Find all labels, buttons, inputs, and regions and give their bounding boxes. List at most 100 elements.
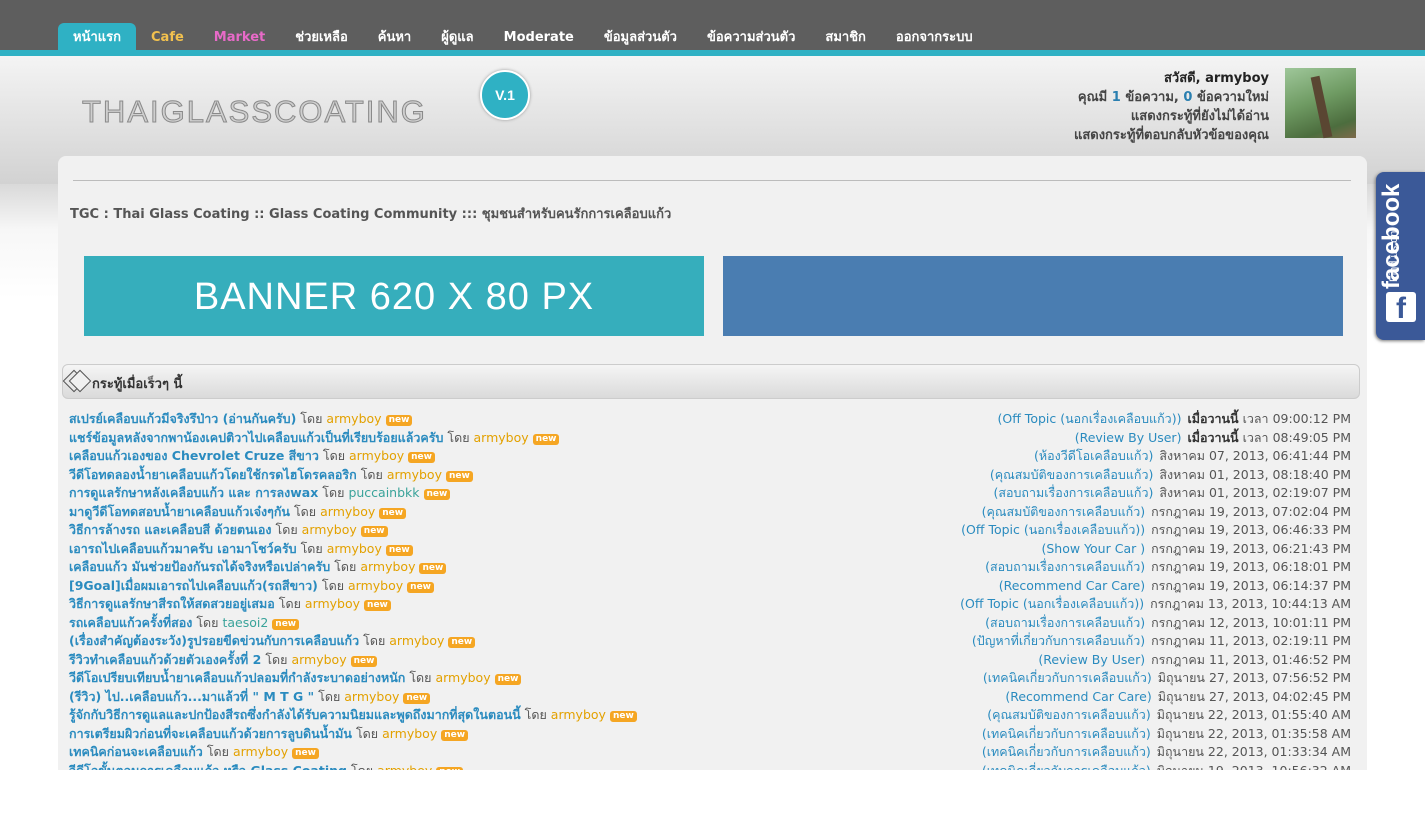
- post-forum-link[interactable]: (Recommend Car Care): [999, 578, 1145, 593]
- post-author-link[interactable]: armyboy: [349, 448, 404, 463]
- post-forum-link[interactable]: (คุณสมบัติของการเคลือบแก้ว): [987, 707, 1150, 722]
- nav-item-6[interactable]: Moderate: [489, 23, 589, 52]
- post-author-link[interactable]: armyboy: [291, 652, 346, 667]
- new-badge[interactable]: new: [532, 433, 560, 445]
- breadcrumb[interactable]: TGC : Thai Glass Coating :: Glass Coatin…: [70, 203, 671, 224]
- post-title-link[interactable]: การดูแลรักษาหลังเคลือบแก้ว และ การลงwax: [69, 485, 318, 500]
- post-forum-link[interactable]: (เทคนิคเกี่ยวกับการเคลือบแก้ว): [982, 726, 1151, 741]
- post-forum-link[interactable]: (สอบถามเรื่องการเคลือบแก้ว): [985, 559, 1145, 574]
- nav-item-3[interactable]: ช่วยเหลือ: [280, 23, 363, 52]
- by-label: โดย: [275, 522, 298, 537]
- avatar[interactable]: [1285, 68, 1356, 139]
- post-title-link[interactable]: เคลือบแก้ว มันช่วยป้องกันรถได้จริงหรือเป…: [69, 559, 330, 574]
- post-title-link[interactable]: มาดูวีดีโอทดสอบน้ำยาเคลือบแก้วเจ๋งๆกัน: [69, 504, 290, 519]
- new-badge[interactable]: new: [441, 729, 469, 741]
- nav-item-10[interactable]: ออกจากระบบ: [881, 23, 988, 52]
- post-author-link[interactable]: armyboy: [474, 430, 529, 445]
- post-author-link[interactable]: armyboy: [360, 559, 415, 574]
- post-author-link[interactable]: taesoi2: [222, 615, 268, 630]
- new-badge[interactable]: new: [407, 581, 434, 593]
- post-title-link[interactable]: สเปรย์เคลือบแก้วมีจริงรึป่าว (อ่านกันครั…: [69, 411, 296, 426]
- unread-posts-link[interactable]: แสดงกระทู้ที่ยังไม่ได้อ่าน: [1074, 107, 1269, 126]
- post-forum-link[interactable]: (Review By User): [1075, 430, 1182, 445]
- post-title-link[interactable]: เคลือบแก้วเองของ Chevrolet Cruze สีขาว: [69, 448, 319, 463]
- post-title-link[interactable]: วีดีโอทดลองน้ำยาเคลือบแก้วโดยใช้กรดไฮโดร…: [69, 467, 357, 482]
- new-badge[interactable]: new: [360, 526, 388, 537]
- post-title-link[interactable]: รีวิวทำเคลือบแก้วด้วยตัวเองครั้งที่ 2: [69, 652, 261, 667]
- post-forum-link[interactable]: (Off Topic (นอกเรื่องเคลือบแก้ว)): [960, 596, 1144, 611]
- post-forum-link[interactable]: (Off Topic (นอกเรื่องเคลือบแก้ว)): [998, 411, 1182, 426]
- post-title-link[interactable]: เทคนิคก่อนจะเคลือบแก้ว: [69, 744, 203, 759]
- nav-item-5[interactable]: ผู้ดูแล: [426, 23, 488, 52]
- post-author-link[interactable]: armyboy: [327, 541, 382, 556]
- new-badge[interactable]: new: [272, 618, 300, 630]
- nav-item-7[interactable]: ข้อมูลส่วนตัว: [589, 23, 692, 52]
- new-badge[interactable]: new: [419, 563, 447, 574]
- new-badge[interactable]: new: [423, 489, 451, 500]
- nav-item-0[interactable]: หน้าแรก: [58, 23, 136, 52]
- post-title-link[interactable]: รถเคลือบแก้วครั้งที่สอง: [69, 615, 192, 630]
- post-author-link[interactable]: armyboy: [348, 578, 403, 593]
- post-forum-link[interactable]: (คุณสมบัติของการเคลือบแก้ว): [990, 467, 1153, 482]
- new-badge[interactable]: new: [350, 655, 378, 667]
- post-author-link[interactable]: armyboy: [305, 596, 360, 611]
- post-title-link[interactable]: วีดีโอเปรียบเทียบน้ำยาเคลือบแก้วปลอมที่ก…: [69, 670, 405, 685]
- post-title-link[interactable]: รู้จักกับวิธีการดูแลและปกป้องสีรถซึ่งกำล…: [69, 707, 521, 722]
- new-badge[interactable]: new: [292, 748, 319, 759]
- site-logo[interactable]: THAIGLASSCOATING: [82, 94, 427, 130]
- new-badge[interactable]: new: [403, 692, 431, 704]
- nav-item-2[interactable]: Market: [199, 23, 280, 52]
- post-forum-link[interactable]: (ปัญหาที่เกี่ยวกับการเคลือบแก้ว): [972, 633, 1145, 648]
- post-meta: (Review By User) กรกฎาคม 11, 2013, 01:46:…: [1038, 651, 1351, 670]
- post-author-link[interactable]: armyboy: [326, 411, 381, 426]
- post-author-link[interactable]: armyboy: [551, 707, 606, 722]
- time-label: เวลา: [1242, 411, 1269, 426]
- message-summary[interactable]: คุณมี 1 ข้อความ, 0 ข้อความใหม่: [1074, 88, 1269, 107]
- replies-posts-link[interactable]: แสดงกระทู้ที่ตอบกลับหัวข้อของคุณ: [1074, 126, 1269, 145]
- post-author-link[interactable]: armyboy: [302, 522, 357, 537]
- nav-item-9[interactable]: สมาชิก: [810, 23, 881, 52]
- banner-ad-right[interactable]: [723, 256, 1343, 336]
- new-badge[interactable]: new: [448, 637, 476, 648]
- nav-item-8[interactable]: ข้อความส่วนตัว: [692, 23, 810, 52]
- post-author-link[interactable]: armyboy: [320, 504, 375, 519]
- new-badge[interactable]: new: [609, 711, 637, 722]
- new-badge[interactable]: new: [364, 600, 391, 611]
- post-author-link[interactable]: armyboy: [389, 633, 444, 648]
- facebook-tab[interactable]: facebook f: [1376, 172, 1425, 340]
- post-title-link[interactable]: การเตรียมผิวก่อนที่จะเคลือบแก้วด้วยการลู…: [69, 726, 352, 741]
- post-author-link[interactable]: armyboy: [387, 467, 442, 482]
- post-author-link[interactable]: armyboy: [233, 744, 288, 759]
- new-badge[interactable]: new: [385, 544, 413, 556]
- post-title-link[interactable]: (รีวิว) ไป..เคลือบแก้ว...มาแล้วที่ " M T…: [69, 689, 314, 704]
- nav-item-4[interactable]: ค้นหา: [363, 23, 426, 52]
- post-author-link[interactable]: armyboy: [435, 670, 490, 685]
- post-author-link[interactable]: puccainbkk: [348, 485, 419, 500]
- new-badge[interactable]: new: [379, 507, 407, 519]
- nav-item-1[interactable]: Cafe: [136, 23, 199, 52]
- post-forum-link[interactable]: (Show Your Car ): [1041, 541, 1145, 556]
- post-forum-link[interactable]: (คุณสมบัติของการเคลือบแก้ว): [982, 504, 1145, 519]
- post-title-link[interactable]: เอารถไปเคลือบแก้วมาครับ เอามาโชว์ครับ: [69, 541, 297, 556]
- post-author-link[interactable]: armyboy: [344, 689, 399, 704]
- banner-ad-left[interactable]: BANNER 620 X 80 PX: [84, 256, 704, 336]
- post-author-link[interactable]: armyboy: [382, 726, 437, 741]
- post-forum-link[interactable]: (เทคนิคเกี่ยวกับการเคลือบแก้ว): [982, 744, 1151, 759]
- post-title-link[interactable]: วิธีการล้างรถ และเคลือบสี ด้วยตนเอง: [69, 522, 272, 537]
- post-title-link[interactable]: (เรื่องสำคัญต้องระวัง)รูปรอยขีดข่วนกับกา…: [69, 633, 359, 648]
- new-badge[interactable]: new: [385, 415, 413, 426]
- post-title-link[interactable]: วิธีการดูแลรักษาสีรถให้สดสวยอยู่เสมอ: [69, 596, 275, 611]
- new-badge[interactable]: new: [494, 674, 522, 685]
- post-forum-link[interactable]: (Off Topic (นอกเรื่องเคลือบแก้ว)): [961, 522, 1145, 537]
- new-badge[interactable]: new: [408, 452, 435, 463]
- post-forum-link[interactable]: (เทคนิคเกี่ยวกับการเคลือบแก้ว): [983, 670, 1152, 685]
- post-title-link[interactable]: [9Goal]เมื่อผมเอารถไปเคลือบแก้ว(รถสีขาว): [69, 578, 318, 593]
- post-forum-link[interactable]: (สอบถามเรื่องการเคลือบแก้ว): [993, 485, 1153, 500]
- post-forum-link[interactable]: (Recommend Car Care): [1005, 689, 1151, 704]
- post-forum-link[interactable]: (สอบถามเรื่องการเคลือบแก้ว): [985, 615, 1145, 630]
- new-badge[interactable]: new: [445, 470, 473, 482]
- post-forum-link[interactable]: (ห้องวีดีโอเคลือบแก้ว): [1034, 448, 1153, 463]
- post-forum-link[interactable]: (Review By User): [1038, 652, 1145, 667]
- post-title-link[interactable]: แชร์ข้อมูลหลังจากพาน้องเคปติวาไปเคลือบแก…: [69, 430, 443, 445]
- messages-count[interactable]: 1: [1112, 90, 1121, 105]
